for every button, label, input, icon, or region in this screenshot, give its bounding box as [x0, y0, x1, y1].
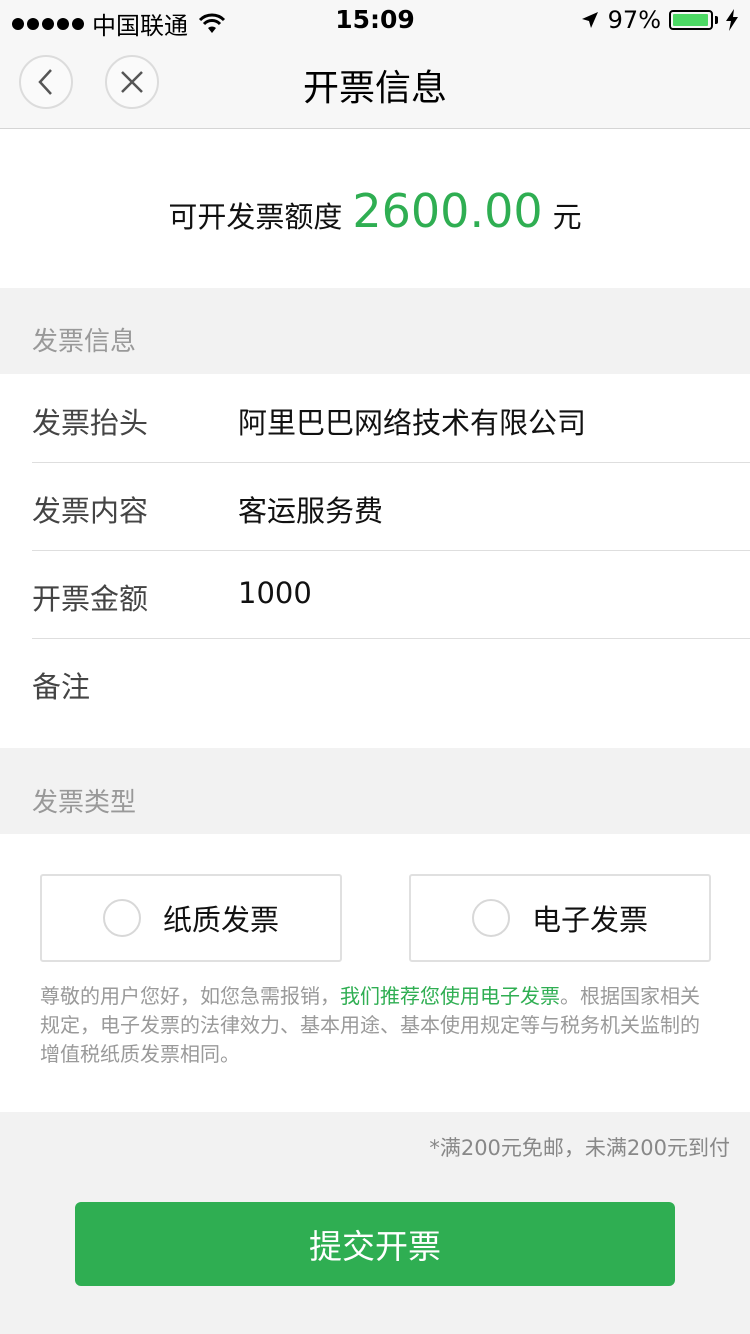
- section-title: 发票信息: [32, 327, 137, 357]
- invoice-notice: 尊敬的用户您好，如您急需报销，我们推荐您使用电子发票。根据国家相关规定，电子发票…: [40, 982, 712, 1069]
- section-header-invoice-info: 发票信息: [0, 288, 750, 374]
- form-row-title[interactable]: 发票抬头 阿里巴巴网络技术有限公司: [32, 374, 750, 463]
- quota-line: 可开发票额度 2600.00 元: [168, 184, 581, 238]
- section-header-invoice-type: 发票类型: [0, 748, 750, 834]
- radio-unchecked-icon[interactable]: [471, 899, 510, 937]
- electronic-invoice-option[interactable]: 电子发票: [409, 874, 711, 962]
- form-row-amount[interactable]: 开票金额 1000: [32, 550, 750, 639]
- form-label: 发票内容: [32, 494, 149, 528]
- battery-percent: 97%: [607, 6, 661, 34]
- quota-amount: 2600.00: [352, 183, 543, 238]
- shipping-note: *满200元免邮，未满200元到付: [429, 1136, 730, 1160]
- battery-icon: [669, 10, 713, 30]
- status-right: 97%: [580, 6, 738, 34]
- invoice-quota: 可开发票额度 2600.00 元: [0, 129, 750, 288]
- page-title: 开票信息: [302, 68, 447, 109]
- option-label: 电子发票: [531, 903, 648, 937]
- form-label: 备注: [32, 670, 91, 704]
- nav-bar: 开票信息: [0, 40, 750, 129]
- notice-text: 尊敬的用户您好，如您急需报销，: [40, 984, 340, 1008]
- charging-bolt-icon: [726, 9, 738, 31]
- option-label: 纸质发票: [162, 903, 279, 937]
- invoice-info-form: 发票抬头 阿里巴巴网络技术有限公司 发票内容 客运服务费 开票金额 1000 备…: [0, 374, 750, 748]
- invoice-type-panel: 纸质发票 电子发票 尊敬的用户您好，如您急需报销，我们推荐您使用电子发票。根据国…: [0, 834, 750, 1112]
- section-title: 发票类型: [32, 788, 137, 818]
- quota-label: 可开发票额度: [168, 199, 343, 234]
- form-row-remark[interactable]: 备注: [32, 638, 750, 726]
- invoice-title-value[interactable]: 阿里巴巴网络技术有限公司: [238, 400, 586, 442]
- form-label: 开票金额: [32, 582, 149, 616]
- status-bar: 中国联通 15:09 97%: [0, 0, 750, 40]
- battery-fill: [673, 14, 708, 26]
- invoice-content-value[interactable]: 客运服务费: [238, 488, 383, 530]
- submit-invoice-button[interactable]: 提交开票: [75, 1202, 675, 1286]
- radio-unchecked-icon[interactable]: [102, 899, 141, 937]
- invoice-amount-value[interactable]: 1000: [238, 576, 312, 610]
- paper-invoice-option[interactable]: 纸质发票: [40, 874, 342, 962]
- location-arrow-icon: [581, 12, 598, 28]
- form-row-content[interactable]: 发票内容 客运服务费: [32, 462, 750, 551]
- battery-cap: [715, 16, 718, 24]
- form-label: 发票抬头: [32, 406, 149, 440]
- quota-unit: 元: [552, 199, 582, 234]
- notice-highlight: 我们推荐您使用电子发票: [340, 984, 560, 1008]
